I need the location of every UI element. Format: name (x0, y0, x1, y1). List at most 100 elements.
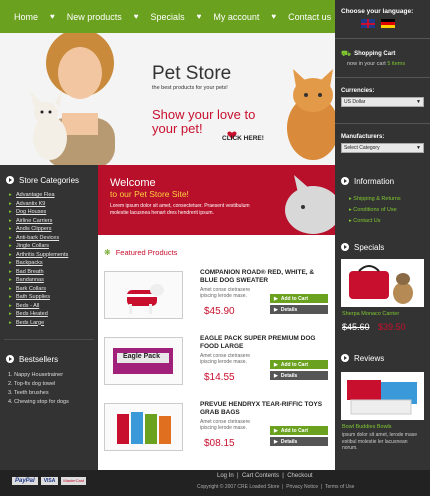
dog-food-package-image (113, 348, 173, 374)
right-sidebar: Choose your language: ⛟ Shopping Cart no… (335, 0, 430, 470)
arrow-icon: ▶ (274, 372, 278, 379)
add-to-cart-label: Add to Cart (280, 427, 309, 434)
arrow-bullet-icon (341, 177, 349, 185)
info-shipping-link[interactable]: ▸ Shipping & Returns (349, 194, 401, 205)
hero-cta[interactable]: CLICK HERE! (222, 135, 264, 142)
category-item[interactable]: Backpacks (16, 259, 98, 268)
cart-icon: ▶ (274, 295, 278, 302)
add-to-cart-button[interactable]: ▶ Add to Cart (270, 294, 328, 303)
product-price: $08.15 (204, 438, 235, 449)
separator: | (280, 473, 286, 479)
category-item[interactable]: Bark Collars (16, 285, 98, 294)
footer-privacy-link[interactable]: Privacy Notice (286, 484, 318, 490)
bestseller-item[interactable]: 1. Nappy Housetrainer (8, 371, 98, 380)
details-button[interactable]: ▶ Details (270, 371, 328, 380)
reviews-image[interactable] (341, 372, 424, 420)
category-item[interactable]: Dog Houses (16, 208, 98, 217)
nav-new-products[interactable]: New products (67, 12, 122, 22)
language-label: Choose your language: (341, 8, 414, 15)
germany-flag-icon[interactable] (380, 19, 395, 28)
heart-icon: ♥ (271, 12, 277, 21)
bestseller-item[interactable]: 3. Teeth brushes (8, 389, 98, 398)
paw-icon: ❋ (104, 248, 111, 257)
specials-name[interactable]: Sherpa Monaco Carrier (342, 311, 399, 317)
info-conditions-link[interactable]: ▸ Conditions of Use (349, 205, 401, 216)
arrow-bullet-icon (341, 243, 349, 251)
category-item[interactable]: Jingle Collars (16, 242, 98, 251)
bestsellers-header: Bestsellers (0, 350, 98, 368)
product-title[interactable]: EAGLE PACK SUPER PREMIUM DOG FOOD LARGE (200, 335, 328, 350)
category-item[interactable]: Beds Large (16, 319, 98, 328)
hero-banner[interactable]: Pet Store the best products for your pet… (0, 33, 335, 165)
arrow-bullet-icon (341, 354, 349, 362)
arrow-icon: ▶ (274, 306, 278, 313)
category-item[interactable]: Andis Clippers (16, 225, 98, 234)
heart-icon: ♥ (133, 12, 139, 21)
product-image[interactable]: Eagle Pack (104, 337, 183, 385)
chevron-down-icon: ▼ (416, 145, 421, 151)
info-contact-link[interactable]: ▸ Contact Us (349, 216, 401, 227)
category-list: Advantage Flea Advantix K9 Dog Houses Ai… (0, 191, 98, 327)
nav-home[interactable]: Home (14, 12, 38, 22)
footer-login-link[interactable]: Log In (217, 473, 234, 479)
product-card: PREVUE HENDRYX TEAR-RIFFIC TOYS GRAB BAG… (104, 401, 329, 453)
category-item[interactable]: Advantix K9 (16, 200, 98, 209)
category-item[interactable]: Arthritis Supplements (16, 251, 98, 260)
manufacturer-select[interactable]: Select Category ▼ (341, 143, 424, 153)
flags (341, 19, 424, 28)
details-label: Details (280, 438, 298, 445)
add-to-cart-button[interactable]: ▶ Add to Cart (270, 360, 328, 369)
hero-illustration (0, 33, 335, 165)
category-item[interactable]: Bandannas (16, 276, 98, 285)
divider (335, 38, 430, 39)
reviews-title: Reviews (354, 353, 385, 363)
product-description: Amet conse ctetrasere ipiscing lerode ma… (200, 419, 251, 431)
specials-prices: $45.60 $39.50 (342, 322, 406, 332)
top-navigation: Home ♥ New products ♥ Specials ♥ My account… (0, 0, 335, 33)
product-title[interactable]: COMPANION ROAD® RED, WHITE, & BLUE DOG S… (200, 269, 328, 284)
details-button[interactable]: ▶ Details (270, 305, 328, 314)
heart-icon: ♥ (50, 12, 55, 21)
carrier-bag-image (349, 265, 413, 304)
bestseller-item[interactable]: 2. Top-fix dog towel (8, 380, 98, 389)
hero-tagline: the best products for your pets! (152, 85, 228, 91)
uk-flag-icon[interactable] (361, 19, 375, 28)
cart-icon: ▶ (274, 361, 278, 368)
featured-title: Featured Products (115, 248, 178, 257)
category-item[interactable]: Anti-bark Devices (16, 234, 98, 243)
product-image[interactable] (104, 403, 183, 451)
category-item[interactable]: Bad Breath (16, 268, 98, 277)
footer-cart-link[interactable]: Cart Contents (242, 473, 279, 479)
chevron-down-icon: ▼ (416, 99, 421, 105)
details-button[interactable]: ▶ Details (270, 437, 328, 446)
reviews-header: Reviews (335, 349, 384, 367)
information-title: Information (354, 176, 395, 186)
nav-contact-us[interactable]: Contact us (288, 12, 331, 22)
currencies-label: Currencies: (341, 88, 375, 94)
category-item[interactable]: Advantage Flea (16, 191, 98, 200)
cart-label[interactable]: Shopping Cart (354, 51, 395, 57)
product-description: Amet conse ctetrasere ipiscing lerode ma… (200, 287, 251, 299)
divider (335, 77, 430, 78)
footer-terms-link[interactable]: Terms of Use (325, 484, 354, 490)
specials-image[interactable] (341, 259, 424, 307)
reviews-name[interactable]: Bowl Buddies Bowls (342, 424, 392, 430)
category-item[interactable]: Bath Supplies (16, 293, 98, 302)
nav-specials[interactable]: Specials (151, 12, 185, 22)
category-item[interactable]: Beds Heated (16, 310, 98, 319)
cat-illustration (285, 175, 335, 234)
bestseller-item[interactable]: 4. Chewing stop for dogs (8, 398, 98, 407)
nav-my-account[interactable]: My account (213, 12, 259, 22)
separator: | (280, 484, 285, 490)
cart-items[interactable]: 5 items (387, 61, 405, 67)
add-to-cart-button[interactable]: ▶ Add to Cart (270, 426, 328, 435)
footer-checkout-link[interactable]: Checkout (287, 473, 312, 479)
product-title[interactable]: PREVUE HENDRYX TEAR-RIFFIC TOYS GRAB BAG… (200, 401, 328, 416)
currency-select[interactable]: US Dollar ▼ (341, 97, 424, 107)
category-item[interactable]: Beds - All (16, 302, 98, 311)
category-item[interactable]: Airline Carriers (16, 217, 98, 226)
product-image[interactable] (104, 271, 183, 319)
product-price: $14.55 (204, 372, 235, 383)
footer-copyright: Copyright © 2007 CRE Loaded Store (197, 484, 280, 490)
welcome-banner: Welcome to our Pet Store Site! Lorem ips… (98, 165, 335, 235)
